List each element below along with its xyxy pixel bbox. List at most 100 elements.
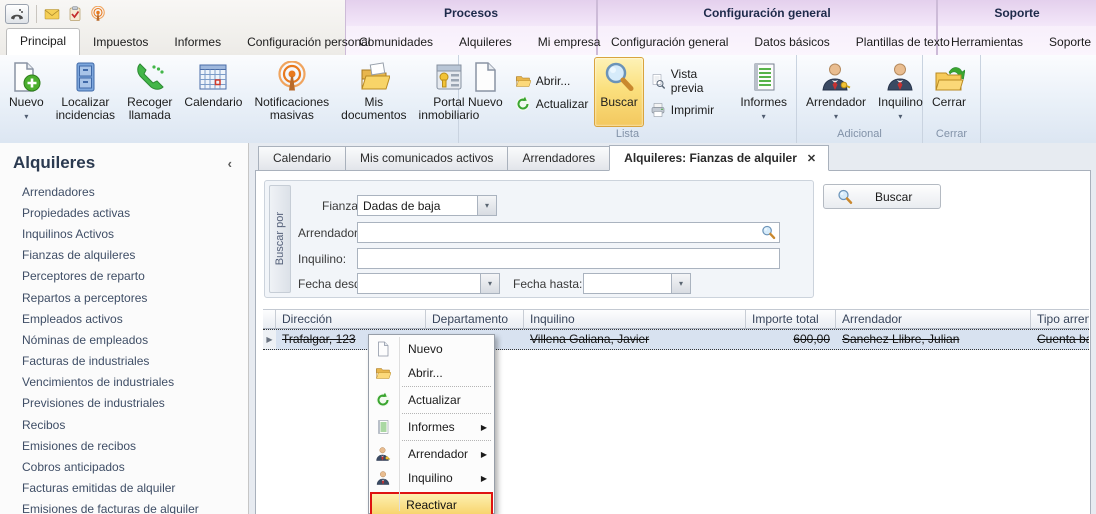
landlord-person-key-icon [375, 446, 391, 462]
fianzas-select[interactable]: Dadas de baja ▾ [357, 195, 497, 216]
sidebar-item-repartos-a-perceptores[interactable]: Repartos a perceptores [22, 287, 248, 308]
nuevo-lista-button[interactable]: Nuevo [462, 57, 509, 127]
submenu-arrow-icon: ▶ [481, 450, 487, 459]
button-label: Cerrar [932, 96, 966, 109]
sidebar-item-facturas-de-industriales[interactable]: Facturas de industriales [22, 351, 248, 372]
inquilino-label: Inquilino: [298, 252, 346, 266]
sidebar-title: Alquileres [13, 153, 95, 173]
button-label: Notificaciones masivas [254, 96, 329, 122]
phone-quick-button[interactable] [5, 4, 29, 24]
sidebar-item-facturas-emitidas-de-alquiler[interactable]: Facturas emitidas de alquiler [22, 478, 248, 499]
abrir-button[interactable]: Abrir... [515, 73, 589, 89]
column-header-tipo-arrendador[interactable]: Tipo arrenda [1031, 310, 1089, 328]
context-group-header: Soporte [938, 0, 1096, 26]
context-menu-item-nuevo[interactable]: Nuevo [369, 337, 494, 361]
broadcast-icon [276, 61, 308, 93]
ribbon-tab-configuracion-general[interactable]: Configuración general [598, 30, 741, 55]
inquilino-button[interactable]: Inquilino ▾ [872, 57, 929, 127]
buscar-submit-button[interactable]: Buscar [823, 184, 941, 209]
sidebar-item-emisiones-de-facturas-de-alquiler[interactable]: Emisiones de facturas de alquiler [22, 499, 248, 514]
close-folder-arrow-icon [933, 61, 965, 93]
sidebar-collapse-icon[interactable]: ‹ [222, 156, 238, 171]
buscar-por-side-tab: Buscar por [269, 185, 291, 293]
buscar-button[interactable]: Buscar [594, 57, 643, 127]
arrendador-button[interactable]: Arrendador ▾ [800, 57, 872, 127]
button-label: Imprimir [671, 103, 714, 117]
dropdown-button[interactable]: ▾ [480, 274, 499, 293]
inquilino-input[interactable] [357, 248, 780, 269]
clipboard-check-icon[interactable] [67, 6, 83, 22]
localizar-incidencias-button[interactable]: Localizar incidencias [50, 57, 121, 127]
sidebar-item-inquilinos-activos[interactable]: Inquilinos Activos [22, 223, 248, 244]
cerrar-button[interactable]: Cerrar [926, 57, 972, 127]
context-menu-item-informes[interactable]: Informes ▶ [369, 415, 494, 439]
context-menu-item-arrendador[interactable]: Arrendador ▶ [369, 442, 494, 466]
dropdown-button[interactable]: ▾ [671, 274, 690, 293]
column-header-departamento[interactable]: Departamento [426, 310, 524, 328]
doc-tab-alquileres-fianzas[interactable]: Alquileres: Fianzas de alquiler ✕ [609, 145, 829, 171]
ribbon-group-label-adicional: Adicional [797, 127, 922, 143]
arrendador-label: Arrendador: [298, 226, 361, 240]
doc-tab-mis-comunicados-activos[interactable]: Mis comunicados activos [345, 146, 507, 171]
ribbon-tab-informes[interactable]: Informes [161, 30, 234, 55]
calendario-button[interactable]: Calendario [178, 57, 248, 127]
notificaciones-masivas-button[interactable]: Notificaciones masivas [248, 57, 335, 127]
sidebar-item-recibos[interactable]: Recibos [22, 414, 248, 435]
sidebar-item-previsiones-de-industriales[interactable]: Previsiones de industriales [22, 393, 248, 414]
recoger-llamada-button[interactable]: Recoger llamada [121, 57, 178, 127]
button-label: Inquilino [878, 96, 923, 109]
doc-tab-calendario[interactable]: Calendario [258, 146, 345, 171]
column-header-arrendador[interactable]: Arrendador [836, 310, 1031, 328]
chevron-down-icon: ▾ [24, 110, 28, 123]
mis-documentos-button[interactable]: Mis documentos [335, 57, 412, 127]
sidebar-item-propiedades-activas[interactable]: Propiedades activas [22, 202, 248, 223]
chevron-down-icon: ▾ [485, 201, 489, 210]
menu-item-label: Informes [408, 420, 455, 434]
sidebar-item-arrendadores[interactable]: Arrendadores [22, 181, 248, 202]
sidebar-item-emisiones-de-recibos[interactable]: Emisiones de recibos [22, 435, 248, 456]
ribbon-tab-herramientas[interactable]: Herramientas [938, 30, 1036, 55]
mail-icon[interactable] [44, 6, 60, 22]
ribbon-tab-principal[interactable]: Principal [6, 28, 80, 55]
doc-tab-arrendadores[interactable]: Arrendadores [507, 146, 609, 171]
ribbon-top-bar: Procesos Configuración general Soporte P… [0, 0, 1096, 56]
broadcast-icon[interactable] [90, 6, 106, 22]
ribbon-tab-comunidades[interactable]: Comunidades [346, 30, 446, 55]
button-label: Buscar [875, 190, 912, 204]
column-header-direccion[interactable]: Dirección [276, 310, 426, 328]
column-header-inquilino[interactable]: Inquilino [524, 310, 746, 328]
arrendador-input[interactable] [357, 222, 780, 243]
phone-icon [9, 6, 25, 22]
sidebar-item-vencimientos-de-industriales[interactable]: Vencimientos de industriales [22, 372, 248, 393]
open-folder-icon [515, 73, 531, 89]
sidebar-item-perceptores-de-reparto[interactable]: Perceptores de reparto [22, 266, 248, 287]
imprimir-button[interactable]: Imprimir [650, 102, 729, 118]
cell-inquilino: Villena Galiana, Javier [524, 330, 746, 349]
sidebar: Alquileres ‹ Arrendadores Propiedades ac… [0, 143, 249, 514]
context-menu-item-reactivar[interactable]: Reactivar [370, 492, 493, 514]
fecha-hasta-select[interactable]: ▾ [583, 273, 691, 294]
informes-button[interactable]: Informes ▾ [734, 57, 793, 127]
fecha-desde-select[interactable]: ▾ [357, 273, 500, 294]
actualizar-button[interactable]: Actualizar [515, 96, 589, 112]
tenant-person-icon [375, 470, 391, 486]
search-icon[interactable] [761, 225, 776, 240]
close-icon[interactable]: ✕ [807, 152, 816, 165]
ribbon-tab-datos-basicos[interactable]: Datos básicos [741, 30, 842, 55]
nuevo-button[interactable]: Nuevo ▾ [3, 57, 50, 127]
context-menu-item-abrir[interactable]: Abrir... [369, 361, 494, 385]
sidebar-item-empleados-activos[interactable]: Empleados activos [22, 308, 248, 329]
ribbon-tab-soporte[interactable]: Soporte [1036, 30, 1096, 55]
context-menu-item-inquilino[interactable]: Inquilino ▶ [369, 466, 494, 490]
sidebar-item-nominas-de-empleados[interactable]: Nóminas de empleados [22, 329, 248, 350]
column-header-importe-total[interactable]: Importe total [746, 310, 836, 328]
ribbon-tab-alquileres[interactable]: Alquileres [446, 30, 525, 55]
sidebar-item-fianzas-de-alquileres[interactable]: Fianzas de alquileres [22, 245, 248, 266]
vista-previa-button[interactable]: Vista previa [650, 67, 729, 95]
dropdown-button[interactable]: ▾ [477, 196, 496, 215]
fianzas-selected-value: Dadas de baja [358, 199, 477, 213]
sidebar-item-cobros-anticipados[interactable]: Cobros anticipados [22, 456, 248, 477]
ribbon-tab-impuestos[interactable]: Impuestos [80, 30, 161, 55]
context-menu-item-actualizar[interactable]: Actualizar [369, 388, 494, 412]
calendar-icon [197, 61, 229, 93]
